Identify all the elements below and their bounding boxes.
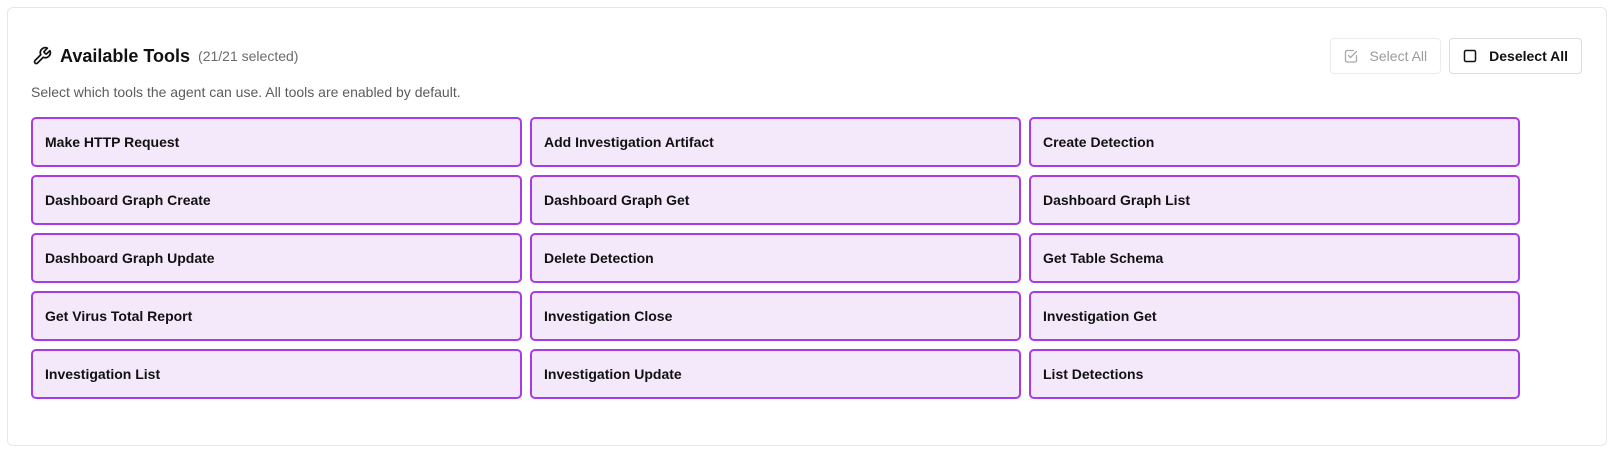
tool-toggle[interactable]: Get Table Schema bbox=[1029, 233, 1520, 283]
tool-toggle[interactable]: Investigation List bbox=[31, 349, 522, 399]
tool-toggle[interactable]: Dashboard Graph Create bbox=[31, 175, 522, 225]
select-all-label: Select All bbox=[1369, 48, 1428, 64]
tool-toggle[interactable]: Make HTTP Request bbox=[31, 117, 522, 167]
available-tools-panel: Available Tools (21/21 selected) Select … bbox=[7, 7, 1607, 446]
tool-toggle[interactable]: Dashboard Graph List bbox=[1029, 175, 1520, 225]
tool-toggle[interactable]: Add Investigation Artifact bbox=[530, 117, 1021, 167]
tool-toggle[interactable]: List Detections bbox=[1029, 349, 1520, 399]
tool-toggle[interactable]: Investigation Get bbox=[1029, 291, 1520, 341]
deselect-all-label: Deselect All bbox=[1489, 48, 1568, 64]
tools-grid: Make HTTP Request Add Investigation Arti… bbox=[31, 117, 1520, 399]
tool-toggle[interactable]: Get Virus Total Report bbox=[31, 291, 522, 341]
panel-description: Select which tools the agent can use. Al… bbox=[31, 84, 461, 100]
selection-count: (21/21 selected) bbox=[198, 48, 299, 64]
tool-toggle[interactable]: Investigation Update bbox=[530, 349, 1021, 399]
select-all-button[interactable]: Select All bbox=[1329, 38, 1442, 74]
panel-header: Available Tools (21/21 selected) Select … bbox=[32, 38, 1582, 74]
tool-toggle[interactable]: Dashboard Graph Update bbox=[31, 233, 522, 283]
tool-toggle[interactable]: Delete Detection bbox=[530, 233, 1021, 283]
deselect-all-button[interactable]: Deselect All bbox=[1449, 38, 1582, 74]
tool-toggle[interactable]: Create Detection bbox=[1029, 117, 1520, 167]
tool-toggle[interactable]: Investigation Close bbox=[530, 291, 1021, 341]
checkbox-empty-icon bbox=[1463, 49, 1477, 63]
checkbox-checked-icon bbox=[1344, 49, 1358, 63]
page-title: Available Tools bbox=[60, 45, 191, 66]
tool-toggle[interactable]: Dashboard Graph Get bbox=[530, 175, 1021, 225]
wrench-icon bbox=[32, 46, 52, 66]
